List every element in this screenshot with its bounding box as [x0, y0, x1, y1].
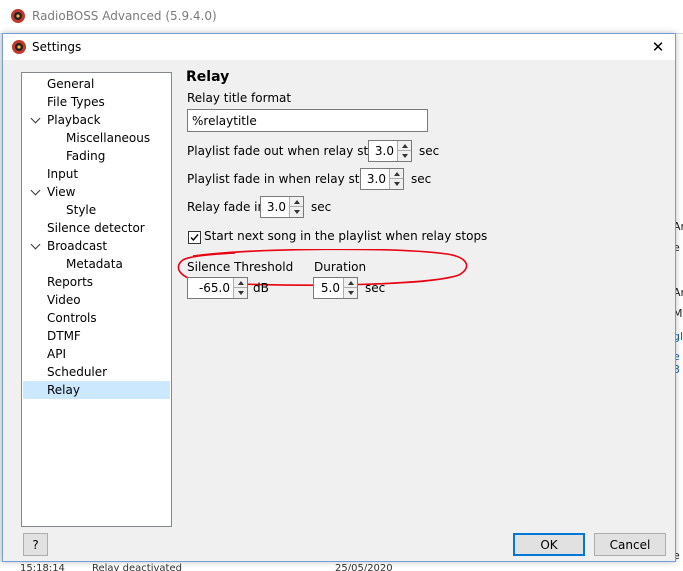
spin-down-icon[interactable] [344, 288, 357, 298]
tree-item-dtmf[interactable]: DTMF [22, 327, 81, 345]
tree-item-reports[interactable]: Reports [22, 273, 93, 291]
cancel-button[interactable]: Cancel [594, 533, 666, 556]
tree-item-fading[interactable]: Fading [22, 147, 105, 165]
checkmark-icon [190, 234, 199, 242]
app-titlebar: RadioBOSS Advanced (5.9.4.0) [0, 0, 683, 34]
relay-fade-unit: sec [311, 200, 332, 214]
tree-item-general[interactable]: General [22, 75, 94, 93]
help-button[interactable]: ? [23, 533, 48, 556]
relay-fade-stepper[interactable]: 3.0 [260, 196, 304, 218]
spin-up-icon[interactable] [390, 169, 403, 179]
fade-out-label: Playlist fade out when relay starts [187, 144, 392, 158]
silence-threshold-unit: dB [253, 281, 269, 295]
tree-item-label: Video [47, 293, 81, 307]
tree-item-label: Reports [47, 275, 94, 289]
tree-item-style[interactable]: Style [22, 201, 96, 219]
tree-item-label: View [47, 185, 76, 199]
tree-item-view[interactable]: View [22, 183, 75, 201]
background-log-row: 15:18:14 Relay deactivated 25/05/2020 [0, 562, 683, 571]
chevron-down-icon[interactable] [30, 185, 41, 196]
tree-item-label: Metadata [66, 257, 123, 271]
ok-button[interactable]: OK [513, 533, 585, 556]
start-next-label[interactable]: Start next song in the playlist when rel… [204, 229, 487, 243]
tree-item-label: Controls [47, 311, 97, 325]
spin-down-icon[interactable] [234, 288, 247, 298]
tree-item-video[interactable]: Video [22, 291, 81, 309]
fade-out-stepper[interactable]: 3.0 [368, 140, 412, 162]
spin-up-icon[interactable] [398, 141, 411, 151]
close-icon[interactable]: ✕ [647, 37, 669, 57]
tree-item-label: API [47, 347, 66, 361]
tree-item-label: General [47, 77, 95, 91]
log-date: 25/05/2020 [335, 563, 393, 571]
fade-in-label: Playlist fade in when relay stops [187, 172, 381, 186]
settings-dialog: Settings ✕ General File Types Playback Misc… [2, 33, 676, 562]
tree-item-label: Broadcast [47, 239, 108, 253]
spin-down-icon[interactable] [390, 179, 403, 189]
fade-in-unit: sec [411, 172, 432, 186]
chevron-down-icon[interactable] [30, 113, 41, 124]
fade-out-value[interactable]: 3.0 [369, 141, 397, 161]
dialog-title: Settings [32, 40, 82, 54]
duration-stepper[interactable]: 5.0 [313, 277, 358, 299]
tree-item-label: File Types [47, 95, 105, 109]
spin-down-icon[interactable] [290, 207, 303, 217]
fade-out-unit: sec [419, 144, 440, 158]
duration-label: Duration [314, 260, 367, 274]
settings-tree[interactable]: General File Types Playback Miscellaneous Fa… [21, 72, 172, 527]
tree-item-label: Silence detector [47, 221, 145, 235]
log-time: 15:18:14 [20, 563, 65, 571]
tree-item-file-types[interactable]: File Types [22, 93, 105, 111]
section-title: Relay [186, 69, 230, 85]
tree-item-label: Style [66, 203, 97, 217]
tree-item-miscellaneous[interactable]: Miscellaneous [22, 129, 150, 147]
relay-fade-label: Relay fade in [187, 200, 266, 214]
title-format-label: Relay title format [187, 91, 292, 105]
start-next-checkbox[interactable] [188, 231, 201, 244]
tree-item-silence-detector[interactable]: Silence detector [22, 219, 145, 237]
tree-item-label: Miscellaneous [66, 131, 151, 145]
tree-item-label: Input [47, 167, 79, 181]
app-title: RadioBOSS Advanced (5.9.4.0) [32, 9, 217, 23]
radioboss-logo-icon [10, 8, 26, 27]
tree-item-controls[interactable]: Controls [22, 309, 97, 327]
tree-item-api[interactable]: API [22, 345, 66, 363]
silence-threshold-stepper[interactable]: -65.0 [187, 277, 248, 299]
tree-item-label: Scheduler [47, 365, 108, 379]
spin-up-icon[interactable] [344, 278, 357, 288]
tree-item-label: Relay [47, 383, 80, 397]
spin-up-icon[interactable] [234, 278, 247, 288]
tree-item-input[interactable]: Input [22, 165, 78, 183]
tree-item-metadata[interactable]: Metadata [22, 255, 123, 273]
silence-threshold-label: Silence Threshold [187, 260, 294, 274]
silence-threshold-value[interactable]: -65.0 [188, 278, 233, 298]
spin-down-icon[interactable] [398, 151, 411, 161]
duration-unit: sec [365, 281, 386, 295]
relay-fade-value[interactable]: 3.0 [261, 197, 289, 217]
duration-value[interactable]: 5.0 [314, 278, 343, 298]
spin-up-icon[interactable] [290, 197, 303, 207]
title-format-input[interactable] [187, 109, 428, 132]
tree-item-scheduler[interactable]: Scheduler [22, 363, 107, 381]
log-text: Relay deactivated [92, 563, 182, 571]
tree-item-playback[interactable]: Playback [22, 111, 101, 129]
radioboss-logo-icon [11, 39, 27, 58]
tree-item-broadcast[interactable]: Broadcast [22, 237, 107, 255]
tree-item-label: DTMF [47, 329, 81, 343]
tree-item-label: Playback [47, 113, 101, 127]
fade-in-value[interactable]: 3.0 [361, 169, 389, 189]
dialog-titlebar: Settings ✕ [3, 34, 675, 60]
tree-item-relay[interactable]: Relay [23, 381, 170, 399]
fade-in-stepper[interactable]: 3.0 [360, 168, 404, 190]
chevron-down-icon[interactable] [30, 239, 41, 250]
tree-item-label: Fading [66, 149, 106, 163]
